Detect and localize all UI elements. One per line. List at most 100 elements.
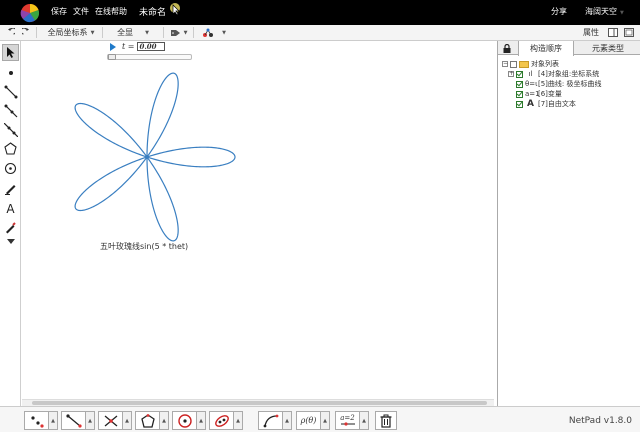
document-name[interactable]: 未命名 <box>139 5 166 18</box>
circle-icon <box>4 162 17 175</box>
polygon-tool[interactable] <box>2 140 19 157</box>
point-icon <box>8 70 13 75</box>
tree-item[interactable]: θ=ι [5]曲线: 极坐标曲线 <box>502 79 637 89</box>
curve-tool-button[interactable] <box>258 411 283 430</box>
panel-tabs: 构造顺序 元素类型 <box>498 41 640 56</box>
visibility-checkbox[interactable] <box>516 90 523 98</box>
chevron-up-icon[interactable]: ▲ <box>283 411 292 430</box>
curve-label[interactable]: 五叶玫瑰线sin(5 * thet) <box>100 241 188 252</box>
rose-curve[interactable] <box>22 41 497 399</box>
point-tool-button[interactable] <box>24 411 49 430</box>
chevron-up-icon[interactable]: ▲ <box>86 411 95 430</box>
drawing-canvas[interactable] <box>22 41 497 399</box>
user-menu[interactable]: 海阔天空 ▼ <box>585 6 624 17</box>
fullscreen-button[interactable] <box>623 26 635 39</box>
circle-tool-button[interactable] <box>172 411 197 430</box>
view-select[interactable]: 全显 ▼ <box>106 26 160 39</box>
curve-tool-icon <box>263 414 278 427</box>
chevron-up-icon[interactable]: ▲ <box>160 411 169 430</box>
visibility-checkbox[interactable] <box>516 70 523 78</box>
menu-save[interactable]: 保存 <box>51 6 67 17</box>
segment-tool-group: ▲ <box>61 411 95 430</box>
scrollbar-thumb[interactable] <box>32 401 487 405</box>
arrow-cursor-icon <box>6 47 14 58</box>
chevron-down-icon: ▼ <box>222 29 226 36</box>
delete-button[interactable] <box>375 411 397 430</box>
visibility-checkbox[interactable] <box>516 80 523 88</box>
variable-tool-button[interactable]: a=2 <box>335 411 360 430</box>
pen-tool[interactable] <box>2 180 19 197</box>
polar-function-icon: ρ(θ) <box>300 416 317 425</box>
polar-function-button[interactable]: ρ(θ) <box>296 411 321 430</box>
point-tool-icon <box>30 415 44 428</box>
tag-button[interactable]: ▼ <box>167 26 191 39</box>
point-tool[interactable] <box>2 64 19 81</box>
more-tools-button[interactable] <box>2 236 19 246</box>
horizontal-scrollbar[interactable] <box>22 399 494 406</box>
trace-tool[interactable] <box>2 219 19 236</box>
parameter-value[interactable]: 0.00 <box>137 42 166 51</box>
attributes-label: 属性 <box>583 28 599 37</box>
collapse-icon[interactable]: − <box>502 61 508 67</box>
text-a-icon: A <box>527 99 534 109</box>
redo-icon <box>21 28 29 35</box>
ray-tool[interactable] <box>2 102 19 119</box>
coordinate-system-select[interactable]: 全局坐标系 ▼ <box>42 26 100 39</box>
view-label: 全显 <box>117 28 134 37</box>
share-button[interactable]: 分享 <box>551 6 567 17</box>
user-name: 海阔天空 <box>585 7 617 16</box>
circle-tool[interactable] <box>2 160 19 177</box>
chevron-up-icon[interactable]: ▲ <box>360 411 369 430</box>
attributes-button[interactable]: 属性 <box>578 26 604 39</box>
segment-tool[interactable] <box>2 83 19 100</box>
tag-icon <box>170 29 180 36</box>
tree-item[interactable]: a=1 [6]变量 <box>502 89 637 99</box>
chevron-up-icon[interactable]: ▲ <box>49 411 58 430</box>
tree-item[interactable]: + ıl [4]对象组:坐标系统 <box>502 69 637 79</box>
tab-element-type[interactable]: 元素类型 <box>580 41 636 55</box>
parameter-slider[interactable] <box>107 54 192 60</box>
text-tool[interactable]: A <box>2 200 19 217</box>
play-icon[interactable] <box>110 42 116 51</box>
undo-button[interactable] <box>4 26 16 39</box>
visibility-checkbox[interactable] <box>510 60 517 68</box>
polygon-tool-icon <box>140 413 155 428</box>
line-tool[interactable] <box>2 121 19 138</box>
chevron-up-icon[interactable]: ▲ <box>197 411 206 430</box>
polygon-tool-button[interactable] <box>135 411 160 430</box>
redo-button[interactable] <box>20 26 32 39</box>
select-tool[interactable] <box>2 44 19 61</box>
panel-toggle-button[interactable] <box>607 26 619 39</box>
chevron-down-icon: ▼ <box>90 29 95 36</box>
tree-item[interactable]: A [7]自由文本 <box>502 99 637 109</box>
menu-online-help[interactable]: 在线帮助 <box>95 6 127 17</box>
coordinate-system-label: 全局坐标系 <box>47 28 88 37</box>
style-button[interactable]: ▼ <box>197 26 231 39</box>
netpad-logo-icon <box>20 3 40 23</box>
segment-tool-button[interactable] <box>61 411 86 430</box>
chevron-up-icon[interactable]: ▲ <box>234 411 243 430</box>
slider-knob[interactable] <box>108 54 116 60</box>
expand-icon[interactable]: + <box>508 71 514 77</box>
slider-icon <box>340 422 355 426</box>
chevron-up-icon[interactable]: ▲ <box>123 411 132 430</box>
coordinate-group-icon: ıl <box>528 70 533 78</box>
pentagon-icon <box>4 142 17 155</box>
tree-item-label: [4]对象组:坐标系统 <box>538 70 600 78</box>
object-tree: − 对象列表 + ıl [4]对象组:坐标系统 θ=ι [5]曲线: 极坐标曲线… <box>502 59 637 109</box>
tree-root[interactable]: − 对象列表 <box>502 59 637 69</box>
chevron-down-icon: ▼ <box>145 29 149 36</box>
chevron-up-icon[interactable]: ▲ <box>321 411 330 430</box>
rose-curve-path[interactable] <box>74 72 236 242</box>
menu-file[interactable]: 文件 <box>73 6 89 17</box>
intersection-tool-button[interactable] <box>98 411 123 430</box>
conic-tool-button[interactable] <box>209 411 234 430</box>
tab-construction-order[interactable]: 构造顺序 <box>518 41 574 56</box>
tree-item-label: [6]变量 <box>538 90 562 98</box>
bottom-toolbar: ▲ ▲ ▲ ▲ ▲ ▲ ▲ ρ(θ) ▲ a=2 ▲ NetPad v1.8.0 <box>0 406 640 432</box>
point-tool-group: ▲ <box>24 411 58 430</box>
left-tool-strip: A <box>0 41 21 406</box>
intersection-tool-group: ▲ <box>98 411 132 430</box>
visibility-checkbox[interactable] <box>516 100 523 108</box>
lock-icon[interactable] <box>503 44 511 53</box>
